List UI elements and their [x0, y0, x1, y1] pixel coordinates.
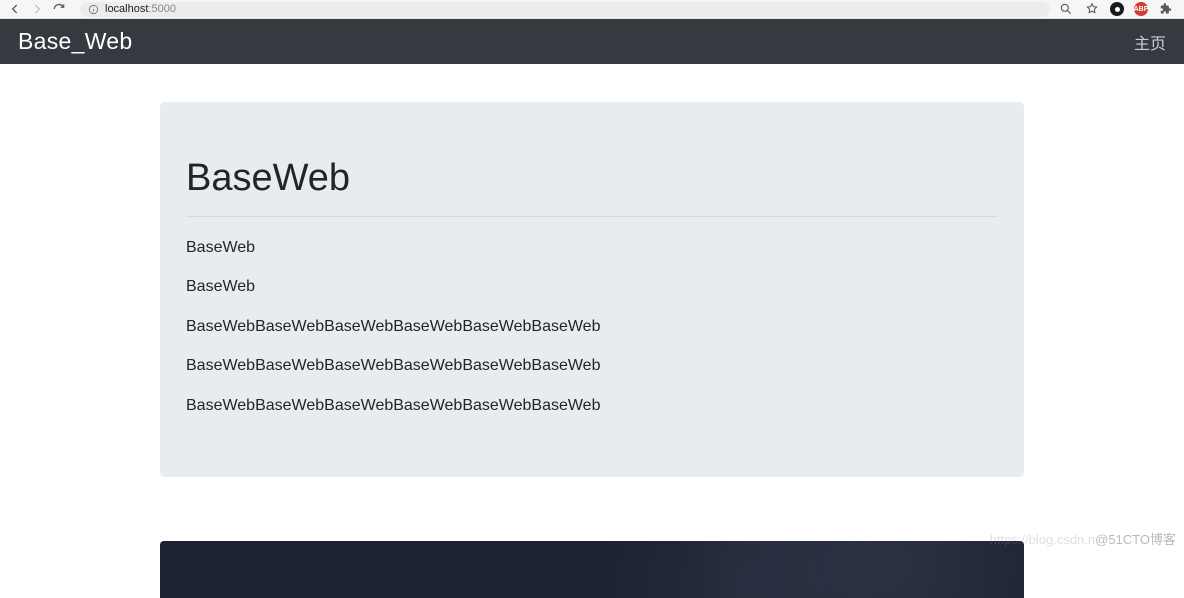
- bookmark-star-icon[interactable]: [1084, 1, 1100, 17]
- zoom-icon[interactable]: [1058, 1, 1074, 17]
- url-host: localhost: [105, 3, 148, 15]
- watermark-url: https://blog.csdn.n: [990, 532, 1096, 547]
- browser-toolbar: localhost:5000 ABP: [0, 0, 1184, 19]
- site-info-icon[interactable]: [88, 4, 99, 15]
- lead-paragraph: BaseWebBaseWebBaseWebBaseWebBaseWebBaseW…: [186, 316, 998, 338]
- forward-button[interactable]: [28, 0, 46, 18]
- lead-paragraph: BaseWeb: [186, 237, 998, 259]
- page-content: BaseWeb BaseWeb BaseWeb BaseWebBaseWebBa…: [0, 64, 1184, 477]
- extensions-icon[interactable]: [1158, 1, 1174, 17]
- lead-paragraph: BaseWebBaseWebBaseWebBaseWebBaseWebBaseW…: [186, 355, 998, 377]
- app-navbar: Base_Web 主页: [0, 19, 1184, 64]
- page-title: BaseWeb: [186, 157, 998, 217]
- reload-button[interactable]: [50, 0, 68, 18]
- address-bar[interactable]: localhost:5000: [80, 2, 1050, 17]
- hero-banner: [160, 541, 1024, 598]
- extension-circle-icon[interactable]: [1110, 2, 1124, 16]
- nav-home-link[interactable]: 主页: [1134, 30, 1166, 54]
- watermark-label: @51CTO博客: [1095, 532, 1176, 547]
- lead-paragraph: BaseWeb: [186, 276, 998, 298]
- toolbar-right: ABP: [1058, 1, 1178, 17]
- url-path: :5000: [148, 3, 176, 15]
- watermark-text: https://blog.csdn.n@51CTO博客: [990, 529, 1176, 548]
- extension-red-icon[interactable]: ABP: [1134, 2, 1148, 16]
- lead-paragraph: BaseWebBaseWebBaseWebBaseWebBaseWebBaseW…: [186, 395, 998, 417]
- brand-title[interactable]: Base_Web: [18, 28, 133, 55]
- back-button[interactable]: [6, 0, 24, 18]
- jumbotron: BaseWeb BaseWeb BaseWeb BaseWebBaseWebBa…: [160, 102, 1024, 477]
